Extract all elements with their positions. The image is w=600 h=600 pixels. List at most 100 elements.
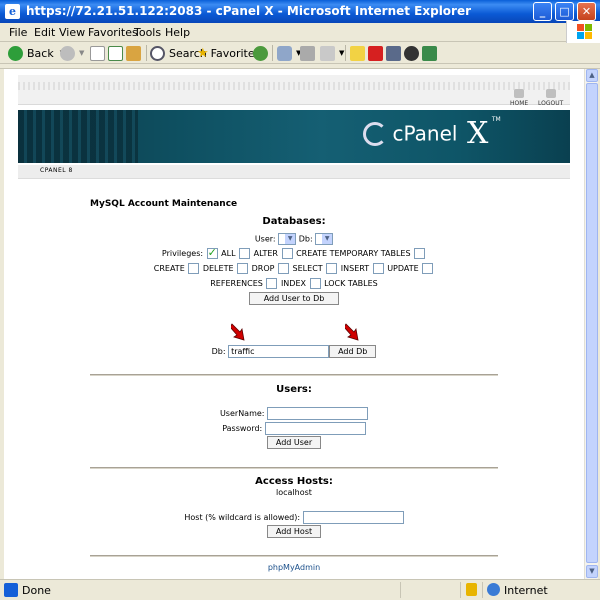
ie-icon: e: [5, 4, 20, 19]
host-input[interactable]: [302, 511, 404, 524]
logout-icon: [545, 89, 556, 98]
access-host-entry: localhost: [276, 488, 312, 497]
new-db-input[interactable]: traffic: [228, 345, 330, 358]
insert-label: INSERT: [340, 264, 370, 273]
privileges-row-3: REFERENCES INDEX LOCK TABLES: [18, 278, 570, 289]
toolbar-separator: [272, 45, 273, 61]
close-button[interactable]: ✕: [577, 2, 596, 21]
extension-button-3[interactable]: [404, 44, 423, 62]
chevron-down-icon: ▼: [339, 49, 345, 57]
title-bar: e https://72.21.51.122:2083 - cPanel X -…: [0, 0, 600, 23]
references-checkbox[interactable]: [266, 278, 278, 289]
refresh-icon: [108, 45, 123, 61]
maximize-button[interactable]: □: [555, 2, 574, 21]
add-db-button[interactable]: Add Db: [329, 345, 377, 358]
menu-tools[interactable]: Tools: [134, 26, 161, 39]
new-db-label: Db:: [211, 347, 226, 356]
mail-button[interactable]: ▼: [277, 44, 301, 62]
edit-button[interactable]: ▼: [320, 44, 344, 62]
status-divider: [400, 582, 401, 598]
username-label: UserName:: [219, 409, 265, 418]
all-checkbox[interactable]: [206, 246, 218, 259]
scroll-down-icon[interactable]: ▼: [586, 565, 598, 578]
print-button[interactable]: [300, 44, 319, 62]
breadcrumb[interactable]: CPANEL 8: [40, 167, 73, 174]
select-checkbox[interactable]: [326, 263, 338, 274]
edit-page-icon: [320, 45, 335, 61]
menu-edit[interactable]: Edit: [34, 26, 55, 39]
db-select[interactable]: ▼: [315, 233, 334, 245]
menu-help[interactable]: Help: [165, 26, 190, 39]
password-input[interactable]: [264, 422, 366, 435]
menu-favorites[interactable]: Favorites: [88, 26, 138, 39]
menu-file[interactable]: File: [9, 26, 27, 39]
user-select[interactable]: ▼: [278, 233, 297, 245]
maximize-icon: □: [559, 5, 570, 18]
cpanel-frame: HOME LOGOUT cPanel X TM CPANEL 8 MySQL A…: [18, 75, 570, 579]
create-temp-checkbox[interactable]: [281, 248, 293, 259]
username-input[interactable]: [267, 407, 369, 420]
forward-button[interactable]: ▼: [60, 44, 84, 62]
vertical-scrollbar[interactable]: ▲ ▼: [584, 69, 598, 579]
minimize-button[interactable]: _: [533, 2, 552, 21]
insert-checkbox[interactable]: [372, 263, 384, 274]
research-icon: [386, 45, 401, 61]
users-heading: Users:: [276, 384, 312, 395]
home-button[interactable]: [126, 44, 145, 62]
status-divider: [482, 582, 483, 598]
add-user-button[interactable]: Add User: [266, 436, 322, 449]
index-label: INDEX: [280, 279, 306, 288]
user-db-row: User: ▼ Db: ▼: [18, 233, 570, 245]
refresh-button[interactable]: [108, 44, 127, 62]
history-icon: [253, 45, 268, 61]
status-text: Done: [22, 584, 51, 597]
favorites-button[interactable]: ★ Favorites: [197, 44, 260, 62]
menu-view[interactable]: View: [59, 26, 85, 39]
home-icon: [126, 45, 141, 61]
add-user-row: Add User: [18, 436, 570, 449]
toolbar-separator: [146, 45, 147, 61]
back-button[interactable]: Back ▼: [8, 44, 65, 62]
host-label: Host (% wildcard is allowed):: [184, 513, 301, 522]
status-divider: [460, 582, 461, 598]
extension-button-4[interactable]: [422, 44, 441, 62]
messenger-button[interactable]: [350, 44, 369, 62]
databases-heading: Databases:: [262, 216, 326, 227]
create-checkbox[interactable]: [188, 263, 200, 274]
nav-logout[interactable]: LOGOUT: [538, 89, 563, 107]
print-icon: [300, 45, 315, 61]
phpmyadmin-link[interactable]: phpMyAdmin: [18, 563, 570, 572]
back-label: Back: [27, 46, 54, 60]
cpanel-logo-x: X: [466, 116, 489, 151]
privileges-row-2: CREATE DELETE DROP SELECT INSERT UPDATE: [18, 263, 570, 274]
privileges-row-1: Privileges: ALL ALTER CREATE TEMPORARY T…: [18, 246, 570, 259]
nav-home[interactable]: HOME: [510, 89, 528, 107]
delete-checkbox[interactable]: [237, 263, 249, 274]
index-checkbox[interactable]: [309, 278, 321, 289]
privileges-label: Privileges:: [161, 249, 204, 258]
history-button[interactable]: [253, 44, 272, 62]
drop-checkbox[interactable]: [278, 263, 289, 274]
update-checkbox[interactable]: [422, 263, 434, 274]
create-temp-checkbox-2[interactable]: [414, 248, 426, 259]
password-row: Password:: [18, 422, 570, 435]
scroll-up-icon[interactable]: ▲: [586, 69, 598, 82]
close-icon: ✕: [581, 5, 592, 18]
status-bar: Done Internet: [0, 579, 600, 600]
scroll-thumb[interactable]: [586, 83, 598, 563]
add-user-to-db-button[interactable]: Add User to Db: [248, 292, 340, 305]
host-row: Host (% wildcard is allowed):: [18, 511, 570, 524]
nav-home-label: HOME: [510, 100, 529, 107]
create-temp-label: CREATE TEMPORARY TABLES: [296, 249, 411, 258]
drop-label: DROP: [251, 264, 275, 273]
extension-button-2[interactable]: [386, 44, 405, 62]
add-host-button[interactable]: Add Host: [266, 525, 322, 538]
extension-button-1[interactable]: [368, 44, 387, 62]
circle-icon: [404, 45, 419, 61]
password-label: Password:: [222, 424, 263, 433]
alter-checkbox[interactable]: [239, 248, 251, 259]
stop-button[interactable]: [90, 44, 109, 62]
window-title: https://72.21.51.122:2083 - cPanel X - M…: [26, 4, 472, 18]
delete-label: DELETE: [202, 264, 234, 273]
references-label: REFERENCES: [210, 279, 263, 288]
